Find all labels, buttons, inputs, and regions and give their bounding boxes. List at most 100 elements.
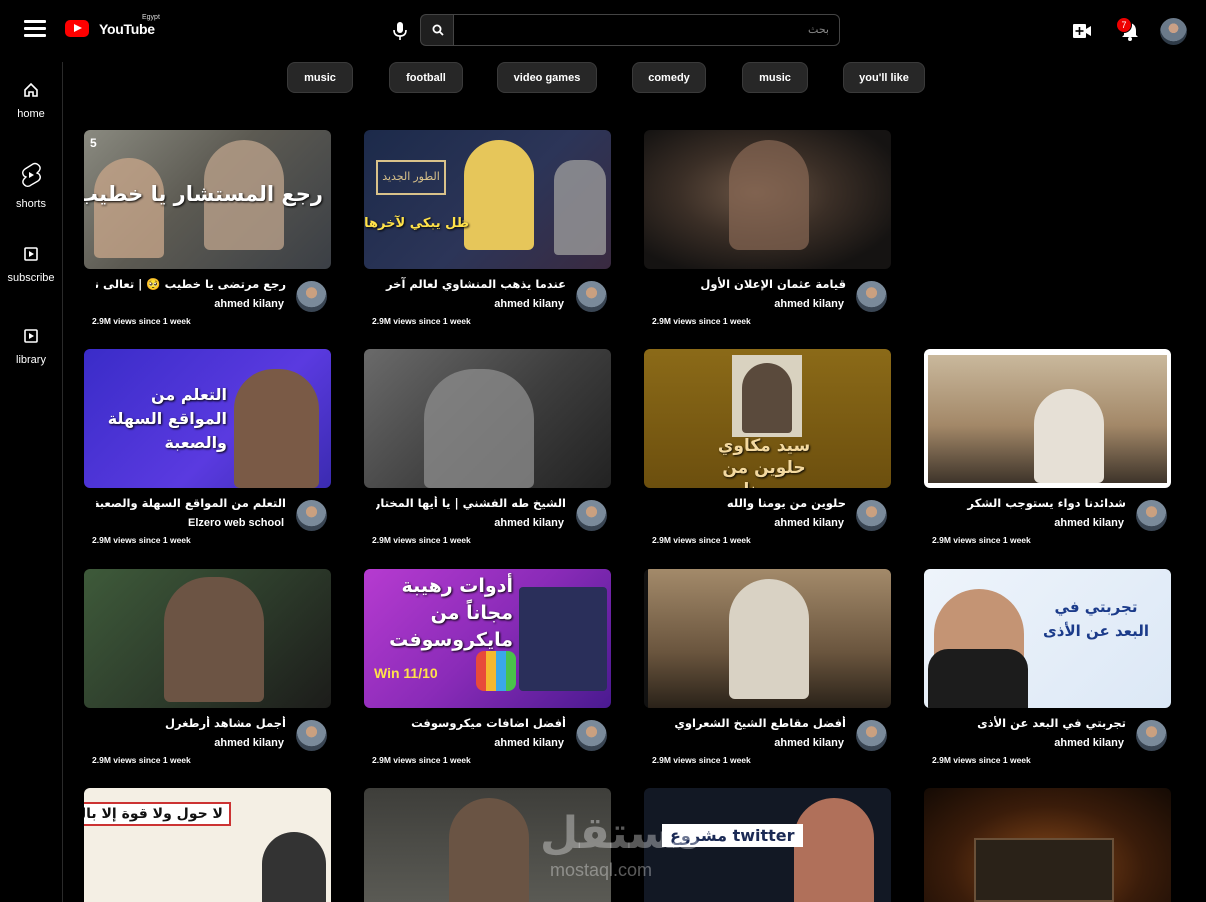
video-card[interactable]: أدوات رهيبة مجاناً من مايكروسوفت Win 11/… bbox=[364, 569, 612, 774]
account-avatar[interactable] bbox=[1160, 18, 1187, 45]
top-bar: YouTube Egypt 7 bbox=[0, 0, 1206, 60]
thumbnail-text: لا حول ولا قوة إلا بالله bbox=[84, 802, 231, 826]
video-card[interactable]: تجربتي في البعد عن الأذى تجربتي في البعد… bbox=[924, 569, 1172, 774]
video-title[interactable]: تجربتي في البعد عن الأذى bbox=[936, 716, 1126, 730]
channel-name[interactable]: ahmed kilany bbox=[214, 737, 284, 749]
microphone-icon[interactable] bbox=[392, 21, 408, 41]
video-thumbnail[interactable] bbox=[924, 788, 1171, 902]
video-thumbnail[interactable] bbox=[644, 130, 891, 269]
video-card[interactable]: رجع المستشار يا خطيب 5 رجع مرتضى يا خطيب… bbox=[84, 130, 332, 335]
channel-name[interactable]: ahmed kilany bbox=[214, 298, 284, 310]
channel-avatar[interactable] bbox=[856, 281, 887, 312]
video-views: 2.9M views since 1 week bbox=[372, 535, 471, 545]
chip-football[interactable]: football bbox=[389, 62, 463, 93]
channel-name[interactable]: Elzero web school bbox=[188, 517, 284, 529]
channel-badge-icon: 5 bbox=[90, 136, 97, 150]
channel-avatar[interactable] bbox=[576, 500, 607, 531]
thumbnail-logo: الطور الجديد bbox=[376, 160, 446, 195]
channel-avatar[interactable] bbox=[856, 500, 887, 531]
hamburger-menu-icon[interactable] bbox=[24, 20, 46, 40]
video-card[interactable]: الطور الجديد ظل يبكي لآخرها عندما يذهب ا… bbox=[364, 130, 612, 335]
video-title[interactable]: حلوين من يومنا والله bbox=[656, 496, 846, 510]
channel-name[interactable]: ahmed kilany bbox=[494, 298, 564, 310]
video-views: 2.9M views since 1 week bbox=[92, 535, 191, 545]
chip-comedy[interactable]: comedy bbox=[632, 62, 706, 93]
thumbnail-text: تجربتي في البعد عن الأذى bbox=[1043, 598, 1149, 640]
chip-music-2[interactable]: music bbox=[742, 62, 808, 93]
video-card[interactable]: شدائدنا دواء يستوجب الشكر ahmed kilany 2… bbox=[924, 349, 1172, 554]
video-views: 2.9M views since 1 week bbox=[92, 755, 191, 765]
video-card[interactable]: سيد مكاوي حلوين من يومنا حلوين من يومنا … bbox=[644, 349, 892, 554]
home-icon bbox=[24, 82, 38, 97]
sidebar-item-subscriptions[interactable]: subscribe bbox=[0, 246, 62, 286]
video-thumbnail[interactable]: الطور الجديد ظل يبكي لآخرها bbox=[364, 130, 611, 269]
video-thumbnail[interactable]: تجربتي في البعد عن الأذى bbox=[924, 569, 1171, 708]
video-card[interactable]: لا حول ولا قوة إلا بالله bbox=[84, 788, 332, 902]
video-thumbnail[interactable]: رجع المستشار يا خطيب 5 bbox=[84, 130, 331, 269]
chip-youll-like[interactable]: you'll like bbox=[843, 62, 925, 93]
video-card[interactable]: أجمل مشاهد أرطغرل ahmed kilany 2.9M view… bbox=[84, 569, 332, 774]
thumbnail-text: رجع المستشار يا خطيب bbox=[84, 182, 323, 206]
video-title[interactable]: قيامة عثمان الإعلان الأول bbox=[656, 277, 846, 291]
video-title[interactable]: أفضل اضافات ميكروسوفت bbox=[376, 716, 566, 730]
video-card[interactable]: الشيخ طه الفشني | يا أيها المختار ahmed … bbox=[364, 349, 612, 554]
sidebar-item-label: home bbox=[17, 108, 45, 120]
video-card[interactable]: قيامة عثمان الإعلان الأول ahmed kilany 2… bbox=[644, 130, 892, 335]
channel-name[interactable]: ahmed kilany bbox=[774, 737, 844, 749]
video-thumbnail[interactable] bbox=[924, 349, 1171, 488]
video-thumbnail[interactable]: لا حول ولا قوة إلا بالله bbox=[84, 788, 331, 902]
channel-avatar[interactable] bbox=[1136, 720, 1167, 751]
video-thumbnail[interactable]: أدوات رهيبة مجاناً من مايكروسوفت Win 11/… bbox=[364, 569, 611, 708]
video-title[interactable]: أجمل مشاهد أرطغرل bbox=[96, 716, 286, 730]
country-label: Egypt bbox=[142, 14, 160, 21]
video-title[interactable]: الشيخ طه الفشني | يا أيها المختار bbox=[376, 496, 566, 510]
sidebar-item-label: library bbox=[16, 354, 46, 366]
channel-avatar[interactable] bbox=[576, 281, 607, 312]
video-views: 2.9M views since 1 week bbox=[652, 755, 751, 765]
channel-name[interactable]: ahmed kilany bbox=[494, 737, 564, 749]
thumbnail-badge: Win 11/10 bbox=[374, 665, 438, 681]
video-views: 2.9M views since 1 week bbox=[372, 755, 471, 765]
video-views: 2.9M views since 1 week bbox=[92, 316, 191, 326]
video-title[interactable]: رجع مرتضى يا خطيب 🥺 | تعالى نتكيم bbox=[96, 277, 286, 291]
channel-avatar[interactable] bbox=[296, 281, 327, 312]
channel-name[interactable]: ahmed kilany bbox=[774, 517, 844, 529]
thumbnail-text: أدوات رهيبة مجاناً من مايكروسوفت bbox=[389, 575, 513, 651]
sidebar-item-shorts[interactable]: shorts bbox=[0, 162, 62, 212]
create-video-icon[interactable] bbox=[1072, 22, 1092, 40]
channel-name[interactable]: ahmed kilany bbox=[774, 298, 844, 310]
channel-name[interactable]: ahmed kilany bbox=[1054, 737, 1124, 749]
video-thumbnail[interactable]: التعلم من المواقع السهلة والصعبة bbox=[84, 349, 331, 488]
video-card[interactable] bbox=[924, 788, 1172, 902]
youtube-play-icon bbox=[65, 20, 89, 37]
video-views: 2.9M views since 1 week bbox=[932, 755, 1031, 765]
channel-name[interactable]: ahmed kilany bbox=[1054, 517, 1124, 529]
channel-avatar[interactable] bbox=[576, 720, 607, 751]
video-title[interactable]: شدائدنا دواء يستوجب الشكر bbox=[936, 496, 1126, 510]
channel-avatar[interactable] bbox=[296, 500, 327, 531]
video-thumbnail[interactable]: سيد مكاوي حلوين من يومنا bbox=[644, 349, 891, 488]
video-card[interactable]: أفضل مقاطع الشيخ الشعراوي ahmed kilany 2… bbox=[644, 569, 892, 774]
channel-avatar[interactable] bbox=[856, 720, 887, 751]
channel-avatar[interactable] bbox=[1136, 500, 1167, 531]
video-views: 2.9M views since 1 week bbox=[372, 316, 471, 326]
video-card[interactable]: التعلم من المواقع السهلة والصعبة التعلم … bbox=[84, 349, 332, 554]
video-views: 2.9M views since 1 week bbox=[932, 535, 1031, 545]
youtube-logo[interactable]: YouTube bbox=[65, 20, 155, 37]
search-input[interactable] bbox=[453, 14, 840, 46]
channel-name[interactable]: ahmed kilany bbox=[494, 517, 564, 529]
video-thumbnail[interactable] bbox=[644, 569, 891, 708]
video-views: 2.9M views since 1 week bbox=[652, 316, 751, 326]
sidebar-item-library[interactable]: library bbox=[0, 328, 62, 368]
search-button[interactable] bbox=[420, 14, 454, 46]
video-thumbnail[interactable] bbox=[84, 569, 331, 708]
video-title[interactable]: عندما يذهب المنشاوي لعالم آخر bbox=[376, 277, 566, 291]
video-thumbnail[interactable] bbox=[364, 349, 611, 488]
channel-avatar[interactable] bbox=[296, 720, 327, 751]
watermark-url: mostaql.com bbox=[550, 860, 653, 880]
video-title[interactable]: أفضل مقاطع الشيخ الشعراوي bbox=[656, 716, 846, 730]
video-title[interactable]: التعلم من المواقع السهلة والصعبة bbox=[96, 496, 286, 510]
chip-music[interactable]: music bbox=[287, 62, 353, 93]
chip-video-games[interactable]: video games bbox=[497, 62, 597, 93]
sidebar-item-home[interactable]: home bbox=[0, 82, 62, 122]
